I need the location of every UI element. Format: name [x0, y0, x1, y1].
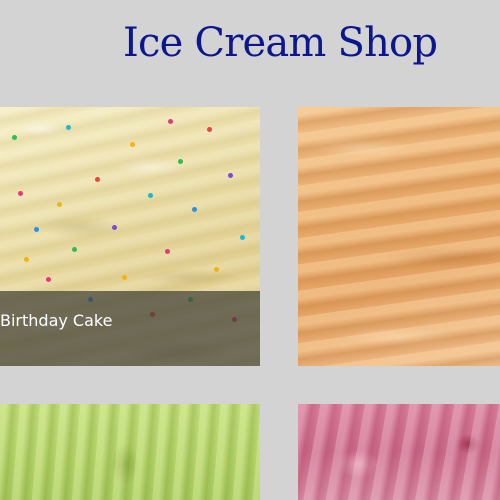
- flavor-tile-birthday-cake[interactable]: Birthday Cake: [0, 107, 260, 366]
- strawberry-ice-cream-image: [298, 404, 500, 500]
- flavor-tile-strawberry[interactable]: [298, 404, 500, 500]
- page-title: Ice Cream Shop: [123, 20, 438, 66]
- sprinkle: [12, 135, 17, 140]
- sprinkle: [112, 225, 117, 230]
- flavor-tile-green-tea[interactable]: [0, 404, 260, 500]
- sprinkle: [34, 227, 39, 232]
- sprinkle: [72, 247, 77, 252]
- sprinkle: [18, 191, 23, 196]
- sprinkle: [192, 207, 197, 212]
- sprinkle: [240, 235, 245, 240]
- sprinkle: [46, 277, 51, 282]
- sprinkle: [207, 127, 212, 132]
- sprinkle: [168, 119, 173, 124]
- sprinkle: [130, 142, 135, 147]
- sprinkle: [178, 159, 183, 164]
- sprinkle: [214, 267, 219, 272]
- flavor-tile-peach[interactable]: [298, 107, 500, 366]
- sprinkle: [122, 275, 127, 280]
- sprinkle: [66, 125, 71, 130]
- caption-overlay: Birthday Cake: [0, 291, 260, 366]
- sprinkle: [165, 249, 170, 254]
- sprinkle: [24, 257, 29, 262]
- green-tea-ice-cream-image: [0, 404, 260, 500]
- peach-caramel-ice-cream-image: [298, 107, 500, 366]
- sprinkle: [228, 173, 233, 178]
- sprinkle: [148, 193, 153, 198]
- sprinkle: [95, 177, 100, 182]
- sprinkle: [57, 202, 62, 207]
- flavor-caption: Birthday Cake: [0, 311, 113, 330]
